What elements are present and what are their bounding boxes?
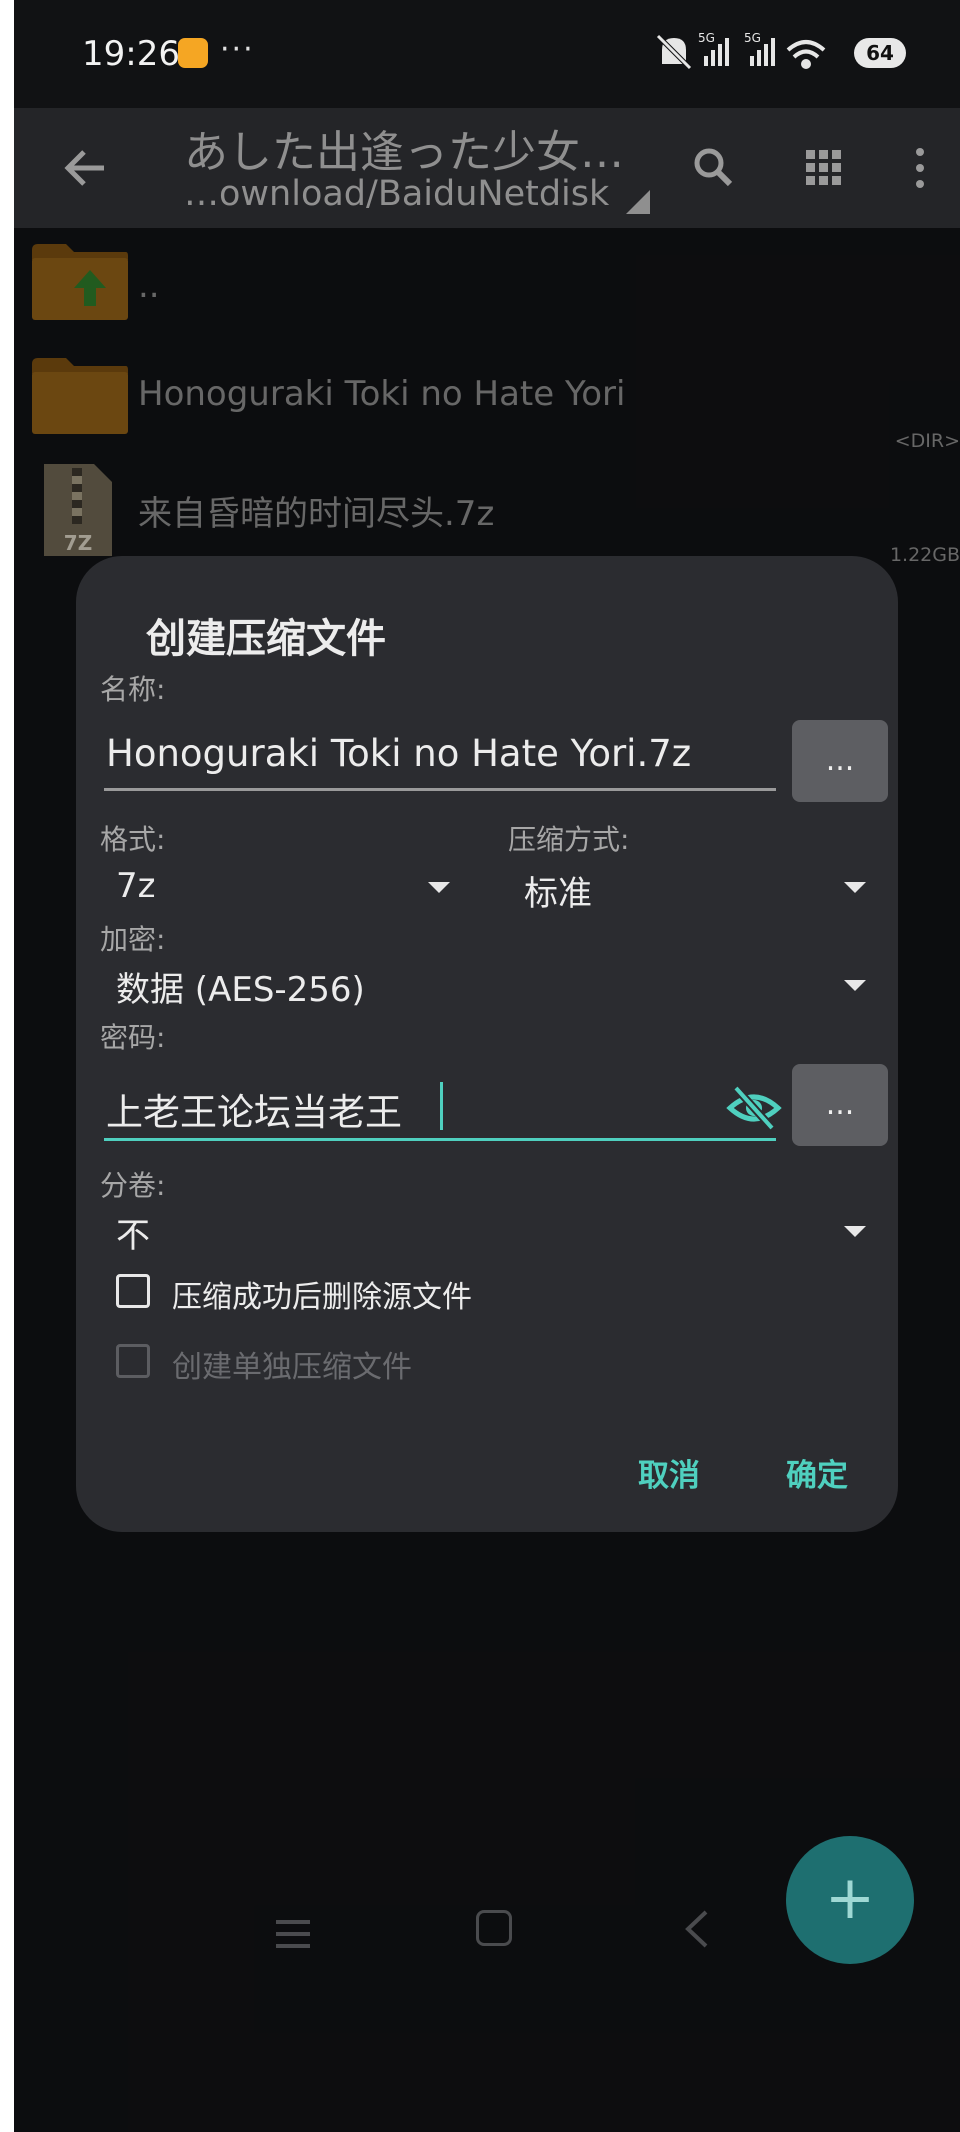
nav-back-icon[interactable] — [678, 1906, 718, 1952]
format-select[interactable]: 7z — [116, 866, 155, 906]
name-browse-button[interactable]: ... — [792, 720, 888, 802]
password-label: 密码: — [100, 1021, 166, 1054]
status-bar: 19:26 ··· 5G 5G 64 — [14, 0, 960, 108]
password-options-button[interactable]: ... — [792, 1064, 888, 1146]
wifi-icon — [786, 40, 826, 69]
svg-text:5G: 5G — [744, 31, 761, 45]
mute-icon — [656, 34, 692, 70]
ok-button[interactable]: 确定 — [786, 1450, 848, 1495]
name-label: 名称: — [100, 673, 166, 706]
signal-icon-1: 5G — [698, 31, 729, 66]
nav-home-icon[interactable] — [476, 1910, 512, 1946]
separate-archive-checkbox — [116, 1344, 150, 1378]
phone-screen: 19:26 ··· 5G 5G 64 あした出逢った少女… …ownload/B… — [14, 0, 960, 2132]
visibility-off-icon[interactable] — [726, 1080, 782, 1136]
nav-recents-icon[interactable] — [272, 1912, 322, 1956]
grid-view-icon[interactable] — [794, 138, 854, 198]
delete-source-label[interactable]: 压缩成功后删除源文件 — [172, 1272, 472, 1316]
path-dropdown-icon[interactable] — [626, 190, 650, 214]
split-dropdown-arrow-icon[interactable] — [844, 1226, 866, 1237]
text-cursor — [440, 1082, 443, 1130]
encryption-dropdown-arrow-icon[interactable] — [844, 980, 866, 991]
encryption-label: 加密: — [100, 923, 166, 956]
format-label: 格式: — [100, 823, 166, 856]
app-bar: あした出逢った少女… …ownload/BaiduNetdisk — [14, 108, 960, 228]
svg-text:5G: 5G — [698, 31, 715, 45]
back-arrow-icon[interactable] — [56, 138, 116, 198]
separate-archive-label: 创建单独压缩文件 — [172, 1350, 412, 1385]
folder-path[interactable]: …ownload/BaiduNetdisk — [184, 174, 609, 214]
folder-title: あした出逢った少女… — [184, 127, 624, 178]
more-notifications-indicator: ··· — [220, 32, 255, 67]
password-input-underline — [104, 1138, 776, 1141]
overflow-menu-icon[interactable] — [900, 138, 940, 198]
signal-icon-2: 5G — [744, 31, 775, 66]
format-dropdown-arrow-icon[interactable] — [428, 882, 450, 893]
compression-method-label: 压缩方式: — [508, 823, 630, 856]
battery-indicator: 64 — [854, 38, 906, 68]
split-volume-label: 分卷: — [100, 1169, 166, 1202]
status-time: 19:26 — [82, 34, 180, 74]
add-fab-button[interactable]: + — [786, 1836, 914, 1964]
delete-source-checkbox[interactable] — [116, 1274, 150, 1308]
search-icon[interactable] — [684, 138, 744, 198]
name-input[interactable]: Honoguraki Toki no Hate Yori.7z — [106, 732, 691, 775]
cancel-button[interactable]: 取消 — [638, 1450, 700, 1495]
dialog-title: 创建压缩文件 — [146, 616, 386, 662]
method-dropdown-arrow-icon[interactable] — [844, 882, 866, 893]
split-volume-select[interactable]: 不 — [116, 1208, 150, 1257]
system-status-icons: 5G 5G — [656, 31, 826, 70]
encryption-select[interactable]: 数据 (AES-256) — [116, 962, 365, 1011]
name-input-underline — [104, 788, 776, 791]
compression-method-select[interactable]: 标准 — [524, 866, 592, 915]
app-notification-icon — [178, 38, 208, 68]
create-archive-dialog: 创建压缩文件 名称: Honoguraki Toki no Hate Yori.… — [76, 556, 898, 1532]
password-input[interactable]: 上老王论坛当老王 — [106, 1082, 402, 1136]
